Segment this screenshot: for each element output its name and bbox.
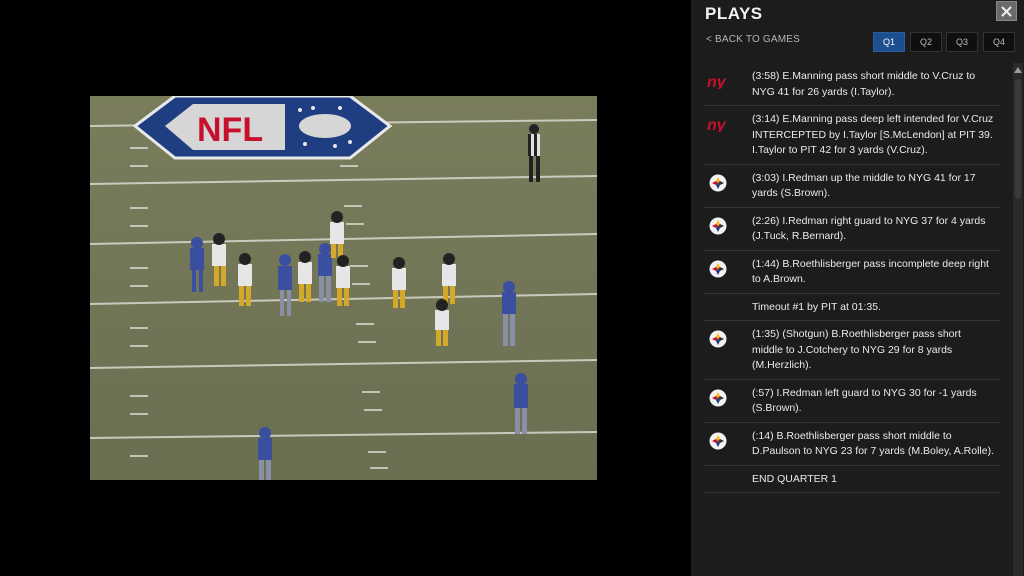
play-description: Timeout #1 by PIT at 01:35. [752, 300, 881, 313]
close-button[interactable] [996, 1, 1017, 21]
list-item[interactable]: (:14) B.Roethlisberger pass short middle… [704, 423, 1000, 466]
plays-list: ny (3:58) E.Manning pass short middle to… [691, 63, 1011, 576]
scrollbar[interactable] [1013, 63, 1023, 576]
steelers-logo-icon [707, 216, 729, 236]
svg-text:ny: ny [707, 74, 727, 89]
steelers-logo-icon [707, 329, 729, 349]
list-item[interactable]: (1:44) B.Roethlisberger pass incomplete … [704, 251, 1000, 294]
play-description: (1:35) (Shotgun) B.Roethlisberger pass s… [752, 328, 961, 371]
list-item[interactable]: (2:26) I.Redman right guard to NYG 37 fo… [704, 208, 1000, 251]
panel-title: PLAYS [705, 4, 763, 23]
play-description: (3:58) E.Manning pass short middle to V.… [752, 70, 976, 98]
list-item[interactable]: (3:03) I.Redman up the middle to NYG 41 … [704, 165, 1000, 208]
play-description: (3:03) I.Redman up the middle to NYG 41 … [752, 171, 976, 200]
scroll-up-icon[interactable] [1013, 65, 1023, 75]
steelers-logo-icon [707, 388, 729, 408]
steelers-logo-icon [707, 431, 729, 451]
game-video[interactable]: NFL [90, 96, 597, 480]
svg-text:ny: ny [707, 117, 727, 132]
play-description: (2:26) I.Redman right guard to NYG 37 fo… [752, 214, 986, 243]
giants-logo-icon: ny [707, 71, 729, 91]
scroll-thumb[interactable] [1015, 79, 1021, 199]
play-description: (3:14) E.Manning pass deep left intended… [752, 113, 994, 156]
tab-q3[interactable]: Q3 [946, 32, 978, 52]
list-item[interactable]: (1:35) (Shotgun) B.Roethlisberger pass s… [704, 321, 1000, 380]
steelers-logo-icon [707, 173, 729, 193]
giants-logo-icon: ny [707, 114, 729, 134]
play-description: (:14) B.Roethlisberger pass short middle… [752, 429, 994, 458]
tab-q1[interactable]: Q1 [873, 32, 905, 52]
list-item[interactable]: ny (3:58) E.Manning pass short middle to… [704, 63, 1000, 106]
tab-q2[interactable]: Q2 [910, 32, 942, 52]
steelers-logo-icon [707, 259, 729, 279]
football-field-frame: NFL [90, 96, 597, 480]
plays-panel: PLAYS < BACK TO GAMES Q1 Q2 Q3 Q4 ny (3:… [691, 0, 1024, 576]
list-item[interactable]: (:57) I.Redman left guard to NYG 30 for … [704, 380, 1000, 423]
play-description: (:57) I.Redman left guard to NYG 30 for … [752, 386, 977, 415]
list-item[interactable]: END QUARTER 1 [704, 466, 1000, 493]
list-item[interactable]: Timeout #1 by PIT at 01:35. [704, 294, 1000, 321]
tab-q4[interactable]: Q4 [983, 32, 1015, 52]
back-to-games-link[interactable]: < BACK TO GAMES [706, 34, 800, 45]
play-description: (1:44) B.Roethlisberger pass incomplete … [752, 257, 989, 286]
list-item[interactable]: ny (3:14) E.Manning pass deep left inten… [704, 106, 1000, 165]
play-description: END QUARTER 1 [752, 472, 837, 485]
svg-text:NFL: NFL [197, 111, 263, 149]
close-icon [1001, 5, 1012, 17]
nfl-field-logo: NFL [132, 96, 393, 160]
